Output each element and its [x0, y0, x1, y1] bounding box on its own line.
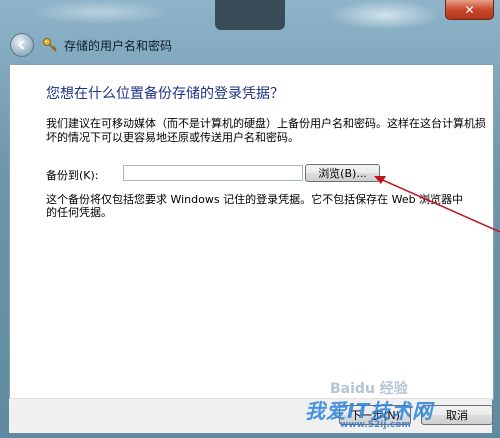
key-icon	[42, 37, 58, 53]
back-button[interactable]	[10, 33, 34, 57]
title-bar: 存储的用户名和密码	[10, 33, 173, 57]
button-bar: 下一步(N) 取消	[9, 398, 493, 433]
window-title: 存储的用户名和密码	[64, 38, 173, 53]
cancel-button[interactable]: 取消	[421, 405, 493, 425]
close-button[interactable]: ✕	[445, 0, 494, 20]
recommendation-text: 我们建议在可移动媒体（而不是计算机的硬盘）上备份用户名和密码。这样在这台计算机损…	[46, 117, 486, 144]
backup-note-text: 这个备份将仅包括您要求 Windows 记住的登录凭据。它不包括保存在 Web …	[46, 193, 464, 219]
background-glass	[215, 0, 285, 30]
browse-button[interactable]: 浏览(B)...	[305, 164, 380, 182]
backup-to-label: 备份到(K):	[46, 169, 99, 182]
next-button[interactable]: 下一步(N)	[339, 405, 411, 425]
backup-path-input[interactable]	[123, 165, 303, 181]
background-glass	[30, 0, 170, 24]
background-glass	[330, 0, 440, 30]
dialog-content: 您想在什么位置备份存储的登录凭据？ 我们建议在可移动媒体（而不是计算机的硬盘）上…	[9, 64, 494, 400]
arrow-left-icon	[18, 40, 25, 50]
page-heading: 您想在什么位置备份存储的登录凭据？	[46, 86, 284, 102]
